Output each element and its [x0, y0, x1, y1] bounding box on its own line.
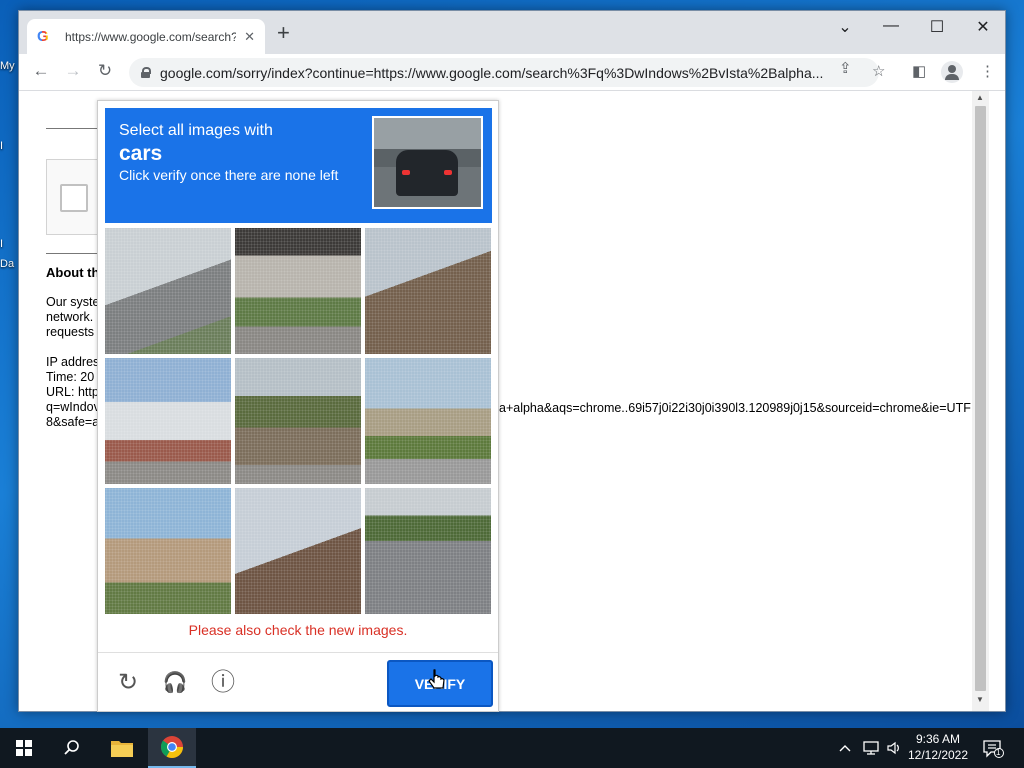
- captcha-tile[interactable]: [105, 228, 231, 354]
- side-panel-icon[interactable]: ◧: [912, 62, 926, 80]
- search-button[interactable]: [48, 728, 96, 768]
- bookmark-star-icon[interactable]: ☆: [872, 62, 885, 80]
- audio-challenge-icon[interactable]: 🎧: [160, 668, 190, 698]
- vertical-scrollbar[interactable]: ▲ ▼: [972, 91, 989, 711]
- captcha-tile[interactable]: [105, 488, 231, 614]
- lock-icon[interactable]: [141, 67, 151, 78]
- captcha-warning: Please also check the new images.: [188, 622, 408, 638]
- paragraph-line: 8&safe=a: [46, 415, 100, 429]
- browser-tab[interactable]: G https://www.google.com/search? ✕: [27, 19, 265, 54]
- browser-toolbar: ← → ↻ google.com/sorry/index?continue=ht…: [19, 54, 1005, 91]
- captcha-header: Select all images with cars Click verify…: [105, 108, 492, 223]
- url-tail-text: a+alpha&aqs=chrome..69i57j0i22i30j0i390l…: [499, 401, 971, 415]
- folder-icon: [111, 741, 133, 757]
- maximize-button[interactable]: ☐: [914, 17, 960, 37]
- captcha-sample-image: [372, 116, 483, 209]
- notification-count: 1: [996, 748, 1001, 757]
- tray-overflow-chevron-icon[interactable]: [838, 728, 852, 768]
- scrollbar-thumb[interactable]: [975, 106, 986, 691]
- address-bar-url[interactable]: google.com/sorry/index?continue=https://…: [160, 65, 879, 81]
- profile-avatar-icon[interactable]: [941, 61, 963, 83]
- recaptcha-checkbox[interactable]: [60, 184, 88, 212]
- paragraph-line: IP addres: [46, 355, 100, 369]
- captcha-tile[interactable]: [365, 228, 491, 354]
- scroll-down-icon[interactable]: ▼: [976, 695, 984, 704]
- reload-button[interactable]: ↻: [93, 61, 117, 81]
- taskbar-clock[interactable]: 9:36 AM 12/12/2022: [902, 731, 974, 763]
- file-explorer-button[interactable]: [98, 728, 146, 768]
- notification-center-button[interactable]: 1: [982, 728, 1004, 768]
- tab-strip: G https://www.google.com/search? ✕ + ⌄ —…: [19, 11, 1005, 54]
- chrome-taskbar-button[interactable]: [148, 728, 196, 768]
- captcha-tile[interactable]: [235, 228, 361, 354]
- desktop-icon-label[interactable]: I: [0, 238, 3, 250]
- search-icon: [64, 740, 79, 755]
- captcha-tile[interactable]: [235, 488, 361, 614]
- captcha-tile[interactable]: [105, 358, 231, 484]
- network-icon[interactable]: [862, 728, 880, 768]
- tab-search-chevron-icon[interactable]: ⌄: [822, 17, 868, 37]
- captcha-tile[interactable]: [365, 358, 491, 484]
- clock-date: 12/12/2022: [907, 748, 969, 762]
- captcha-footer-divider: [98, 652, 498, 653]
- captcha-image-grid: [105, 228, 492, 615]
- close-window-button[interactable]: ✕: [960, 17, 1005, 37]
- forward-button[interactable]: →: [61, 61, 85, 81]
- notification-icon: [983, 740, 1004, 758]
- desktop-icon-label[interactable]: My: [0, 60, 15, 72]
- back-button[interactable]: ←: [29, 61, 53, 81]
- paragraph-line: requests: [46, 325, 94, 339]
- windows-logo-icon: [16, 740, 32, 756]
- desktop-icon-label[interactable]: Da: [0, 258, 14, 270]
- captcha-tile[interactable]: [365, 488, 491, 614]
- volume-icon[interactable]: [886, 728, 902, 768]
- paragraph-line: Time: 20: [46, 370, 95, 384]
- minimize-button[interactable]: —: [868, 17, 914, 35]
- about-heading: About th: [46, 265, 100, 280]
- windows-taskbar: 9:36 AM 12/12/2022 1: [0, 728, 1024, 768]
- start-button[interactable]: [0, 728, 48, 768]
- paragraph-line: q=wIndov: [46, 400, 100, 414]
- tab-title: https://www.google.com/search?: [65, 29, 237, 44]
- reload-challenge-icon[interactable]: ↻: [113, 668, 143, 698]
- address-bar[interactable]: google.com/sorry/index?continue=https://…: [129, 58, 879, 87]
- new-tab-button[interactable]: +: [277, 22, 290, 44]
- captcha-challenge: Select all images with cars Click verify…: [97, 100, 499, 712]
- paragraph-line: Our syste: [46, 295, 100, 309]
- desktop-icon-label[interactable]: I: [0, 140, 3, 152]
- clock-time: 9:36 AM: [915, 732, 961, 746]
- google-favicon-icon: G: [37, 28, 53, 45]
- share-icon[interactable]: ⇪: [839, 59, 852, 77]
- info-icon[interactable]: ⓘ: [208, 668, 238, 698]
- scroll-up-icon[interactable]: ▲: [976, 93, 984, 102]
- chrome-icon: [160, 736, 183, 758]
- paragraph-line: URL: http: [46, 385, 99, 399]
- captcha-tile[interactable]: [235, 358, 361, 484]
- browser-menu-icon[interactable]: ⋮: [980, 62, 995, 80]
- car-shape: [396, 150, 458, 196]
- tab-close-icon[interactable]: ✕: [244, 29, 255, 45]
- paragraph-line: network.: [46, 310, 94, 324]
